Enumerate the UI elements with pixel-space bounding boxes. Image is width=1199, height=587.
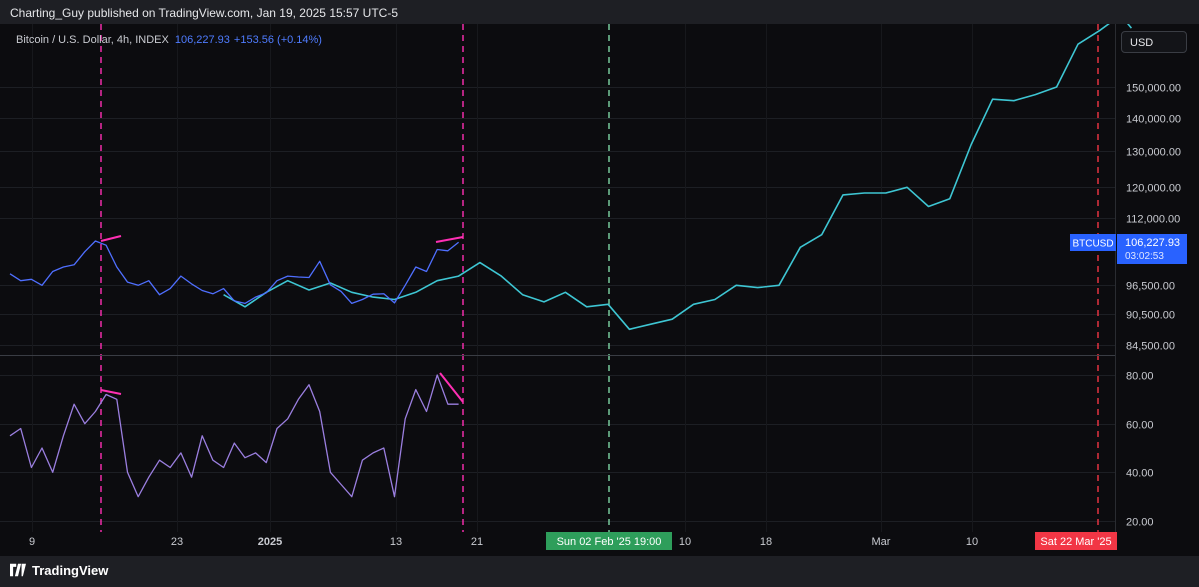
chart-screen: Charting_Guy published on TradingView.co… [0, 0, 1199, 587]
tradingview-logo[interactable]: TradingView [10, 563, 108, 578]
symbol-name: Bitcoin / U.S. Dollar, 4h, INDEX [16, 34, 169, 46]
price-tick-label: 130,000.00 [1126, 147, 1181, 159]
publish-header: Charting_Guy published on TradingView.co… [0, 0, 1199, 24]
rsi-divergence-right [439, 372, 464, 403]
rsi-tick-label: 20.00 [1126, 517, 1154, 529]
red-date-text: Sat 22 Mar '25 [1040, 536, 1111, 548]
time-tick-label: 9 [29, 536, 35, 548]
rsi-tick-label: 40.00 [1126, 468, 1154, 480]
rsi-divergence-left [100, 389, 122, 395]
chart-svg[interactable]: 150,000.00 140,000.00 130,000.00 120,000.00… [0, 24, 1199, 556]
axes-layer: 150,000.00 140,000.00 130,000.00 120,000.00… [29, 83, 1181, 549]
countdown-text: 03:02:53 [1125, 251, 1164, 262]
price-tick-label: 140,000.00 [1126, 114, 1181, 126]
series-layer [9, 24, 1133, 498]
rsi-tick-label: 60.00 [1126, 420, 1154, 432]
fractal-projection-line [223, 24, 1133, 331]
price-tick-label: 84,500.00 [1126, 341, 1175, 353]
price-tick-label: 96,500.00 [1126, 281, 1175, 293]
publish-info: Charting_Guy published on TradingView.co… [10, 6, 399, 20]
time-tick-label: 21 [471, 536, 483, 548]
currency-button[interactable]: USD [1121, 31, 1187, 53]
green-date-text: Sun 02 Feb '25 19:00 [557, 536, 662, 548]
red-date-badge: Sat 22 Mar '25 [1035, 532, 1117, 550]
price-tick-label: 150,000.00 [1126, 83, 1181, 95]
tradingview-logo-icon [10, 563, 26, 577]
time-tick-label: 10 [679, 536, 691, 548]
price-divergence-left [100, 235, 122, 242]
green-date-badge: Sun 02 Feb '25 19:00 [546, 532, 672, 550]
time-tick-label: 13 [390, 536, 402, 548]
time-tick-label: Mar [872, 536, 891, 548]
last-price-text: 106,227.93 [1125, 237, 1180, 249]
price-tick-label: 112,000.00 [1126, 214, 1180, 226]
time-tick-label: 10 [966, 536, 978, 548]
tradingview-logo-text: TradingView [32, 563, 109, 578]
footer-bar: TradingView [0, 556, 1199, 587]
price-divergence-right [435, 236, 464, 243]
time-tick-label: 2025 [258, 536, 282, 548]
btc-price-line [9, 240, 460, 305]
symbol-change: +153.56 (+0.14%) [233, 34, 322, 46]
rsi-tick-label: 80.00 [1126, 371, 1154, 383]
price-badge: BTCUSD 106,227.93 03:02:53 [1070, 234, 1187, 264]
symbol-legend[interactable]: Bitcoin / U.S. Dollar, 4h, INDEX 106,227.… [16, 34, 322, 46]
rsi-line [9, 374, 459, 498]
time-tick-label: 23 [171, 536, 183, 548]
time-tick-label: 18 [760, 536, 772, 548]
symbol-price: 106,227.93 [174, 34, 230, 46]
ticker-badge-text: BTCUSD [1072, 239, 1113, 250]
grid [0, 24, 1115, 532]
price-tick-label: 90,500.00 [1126, 310, 1175, 322]
price-tick-label: 120,000.00 [1126, 183, 1181, 195]
